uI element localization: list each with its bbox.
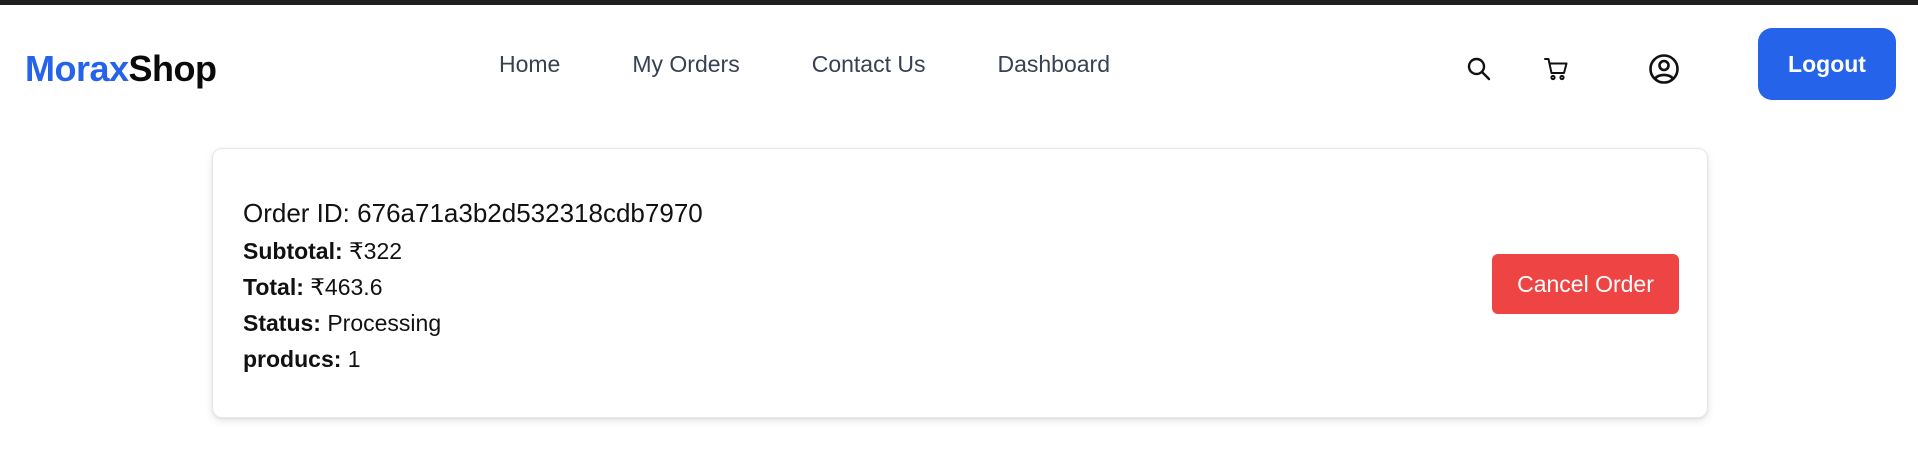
- nav-links: Home My Orders Contact Us Dashboard: [499, 51, 1110, 78]
- brand-logo[interactable]: MoraxShop: [25, 48, 217, 90]
- order-info: Order ID: 676a71a3b2d532318cdb7970 Subto…: [243, 197, 703, 377]
- brand-part-1: Morax: [25, 48, 129, 89]
- subtotal-label: Subtotal:: [243, 238, 343, 264]
- status-row: Status: Processing: [243, 305, 703, 341]
- products-value: 1: [347, 346, 361, 372]
- nav-link-contact-us[interactable]: Contact Us: [812, 51, 926, 78]
- brand-part-2: Shop: [128, 48, 217, 89]
- status-label: Status:: [243, 310, 321, 336]
- nav-link-my-orders[interactable]: My Orders: [632, 51, 739, 78]
- cancel-order-button[interactable]: Cancel Order: [1492, 254, 1679, 314]
- logout-button[interactable]: Logout: [1758, 28, 1896, 100]
- navbar: MoraxShop Home My Orders Contact Us Dash…: [0, 5, 1918, 127]
- total-value: ₹463.6: [310, 274, 383, 300]
- order-id-line: Order ID: 676a71a3b2d532318cdb7970: [243, 197, 703, 229]
- order-id-value: 676a71a3b2d532318cdb7970: [357, 198, 703, 228]
- cart-icon[interactable]: [1543, 56, 1569, 82]
- products-label: producs:: [243, 346, 342, 372]
- nav-link-home[interactable]: Home: [499, 51, 560, 78]
- order-card: Order ID: 676a71a3b2d532318cdb7970 Subto…: [212, 148, 1708, 418]
- user-icon[interactable]: [1648, 53, 1680, 85]
- nav-link-dashboard[interactable]: Dashboard: [997, 51, 1110, 78]
- total-label: Total:: [243, 274, 304, 300]
- total-row: Total: ₹463.6: [243, 269, 703, 305]
- order-id-label: Order ID:: [243, 198, 350, 228]
- subtotal-row: Subtotal: ₹322: [243, 233, 703, 269]
- status-value: Processing: [327, 310, 442, 336]
- products-row: producs: 1: [243, 341, 703, 377]
- subtotal-value: ₹322: [349, 238, 403, 264]
- search-icon[interactable]: [1466, 56, 1492, 82]
